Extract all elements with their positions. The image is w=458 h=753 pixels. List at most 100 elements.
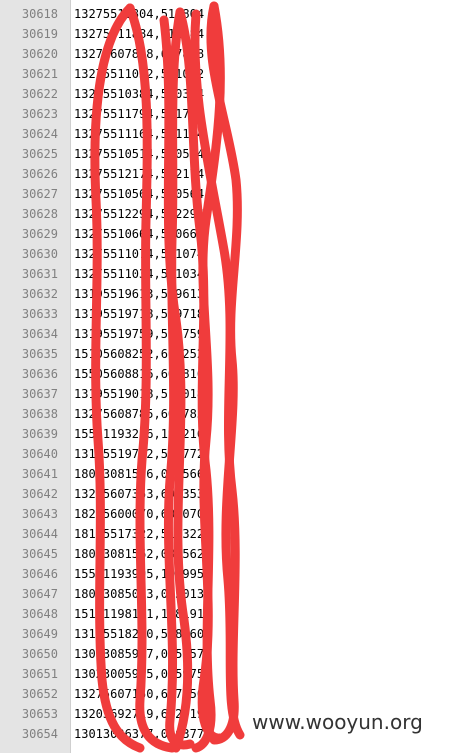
line-text[interactable]: 13275607150,607150 <box>74 684 204 704</box>
line-text[interactable]: 13275607898,607898 <box>74 44 204 64</box>
editor-line[interactable]: 30620 13275607898,607898 <box>0 44 458 64</box>
editor-line[interactable]: 30624 13275511164,511164 <box>0 124 458 144</box>
line-number: 30632 <box>21 287 58 301</box>
editor-line[interactable]: 30643 18205600070,600070 <box>0 504 458 524</box>
line-text[interactable]: 13275512294,512294 <box>74 204 204 224</box>
line-number: 30651 <box>21 667 58 681</box>
editor-line[interactable]: 30619 13275511884,511884 <box>0 24 458 44</box>
line-number: 30635 <box>21 347 58 361</box>
line-text[interactable]: 13023005975,005975 <box>74 664 204 684</box>
text-editor[interactable]: 30618 13275511804,511804 30619 13275511884,… <box>0 0 458 753</box>
editor-line[interactable]: 30629 13275510664,510664 <box>0 224 458 244</box>
editor-line[interactable]: 30649 13195518260,518260 <box>0 624 458 644</box>
editor-line[interactable]: 30644 18155517322,517322 <box>0 524 458 544</box>
line-text[interactable]: 18013085013,085013 <box>74 584 204 604</box>
line-number: 30648 <box>21 607 58 621</box>
line-text[interactable]: 13275511034,511034 <box>74 264 204 284</box>
line-number: 30644 <box>21 527 58 541</box>
line-text[interactable]: 13275511804,511804 <box>74 4 204 24</box>
line-text[interactable]: 13013096377,096377 <box>74 724 204 744</box>
line-number: 30638 <box>21 407 58 421</box>
editor-line[interactable]: 30634 13195519759,519759 <box>0 324 458 344</box>
editor-line[interactable]: 30641 18013081566,081566 <box>0 464 458 484</box>
line-text[interactable]: 13195519772,519772 <box>74 444 204 464</box>
line-number: 30633 <box>21 307 58 321</box>
line-text[interactable]: 13275511074,511074 <box>74 244 204 264</box>
line-text[interactable]: 13195519018,519018 <box>74 384 204 404</box>
editor-line[interactable]: 30652 13275607150,607150 <box>0 684 458 704</box>
editor-line[interactable]: 30638 13275608785,608785 <box>0 404 458 424</box>
editor-line[interactable]: 30633 13195519718,519718 <box>0 304 458 324</box>
editor-line[interactable]: 30648 15151198191,198191 <box>0 604 458 624</box>
line-text[interactable]: 13195518260,518260 <box>74 624 204 644</box>
line-number: 30642 <box>21 487 58 501</box>
line-number: 30631 <box>21 267 58 281</box>
line-text[interactable]: 13275512174,512174 <box>74 164 204 184</box>
line-text[interactable]: 13275511794,511794 <box>74 104 204 124</box>
line-text[interactable]: 13275510384,510384 <box>74 84 204 104</box>
line-text[interactable]: 15551193995,193995 <box>74 564 204 584</box>
line-number: 30634 <box>21 327 58 341</box>
line-number: 30646 <box>21 567 58 581</box>
editor-line[interactable]: 30636 15505608816,608816 <box>0 364 458 384</box>
line-number: 30627 <box>21 187 58 201</box>
line-number: 30649 <box>21 627 58 641</box>
line-number: 30626 <box>21 167 58 181</box>
editor-line[interactable]: 30621 13275511032,511032 <box>0 64 458 84</box>
editor-line[interactable]: 30632 13195519613,519613 <box>0 284 458 304</box>
line-text[interactable]: 13195519718,519718 <box>74 304 204 324</box>
line-text[interactable]: 15151198191,198191 <box>74 604 204 624</box>
line-number: 30653 <box>21 707 58 721</box>
line-number: 30640 <box>21 447 58 461</box>
line-text[interactable]: 13275607353,607353 <box>74 484 204 504</box>
editor-line[interactable]: 30618 13275511804,511804 <box>0 4 458 24</box>
line-number: 30618 <box>21 7 58 21</box>
editor-line[interactable]: 30646 15551193995,193995 <box>0 564 458 584</box>
line-number: 30643 <box>21 507 58 521</box>
line-text[interactable]: 15105608252,608252 <box>74 344 204 364</box>
editor-line[interactable]: 30631 13275511034,511034 <box>0 264 458 284</box>
line-text[interactable]: 15551193216,193216 <box>74 424 204 444</box>
editor-line[interactable]: 30623 13275511794,511794 <box>0 104 458 124</box>
line-text[interactable]: 18155517322,517322 <box>74 524 204 544</box>
editor-line[interactable]: 30628 13275512294,512294 <box>0 204 458 224</box>
line-text[interactable]: 13275510514,510514 <box>74 144 204 164</box>
line-number: 30629 <box>21 227 58 241</box>
line-text[interactable]: 18013081566,081566 <box>74 464 204 484</box>
line-number: 30652 <box>21 687 58 701</box>
line-text[interactable]: 13195519613,519613 <box>74 284 204 304</box>
line-text[interactable]: 13275510664,510664 <box>74 224 204 244</box>
line-text[interactable]: 18205600070,600070 <box>74 504 204 524</box>
editor-line[interactable]: 30639 15551193216,193216 <box>0 424 458 444</box>
line-number: 30641 <box>21 467 58 481</box>
line-number: 30650 <box>21 647 58 661</box>
editor-line[interactable]: 30626 13275512174,512174 <box>0 164 458 184</box>
editor-line[interactable]: 30637 13195519018,519018 <box>0 384 458 404</box>
line-text[interactable]: 13195519759,519759 <box>74 324 204 344</box>
line-text[interactable]: 13275511884,511884 <box>74 24 204 44</box>
line-number: 30636 <box>21 367 58 381</box>
line-number: 30628 <box>21 207 58 221</box>
editor-line[interactable]: 30650 13013085957,085957 <box>0 644 458 664</box>
editor-line[interactable]: 30647 18013085013,085013 <box>0 584 458 604</box>
editor-line[interactable]: 30630 13275511074,511074 <box>0 244 458 264</box>
watermark-text: www.wooyun.org <box>252 710 423 734</box>
editor-line[interactable]: 30642 13275607353,607353 <box>0 484 458 504</box>
editor-line[interactable]: 30635 15105608252,608252 <box>0 344 458 364</box>
line-text[interactable]: 13275511032,511032 <box>74 64 204 84</box>
editor-line[interactable]: 30627 13275510564,510564 <box>0 184 458 204</box>
line-text[interactable]: 13205692719,692719 <box>74 704 204 724</box>
line-text[interactable]: 13013085957,085957 <box>74 644 204 664</box>
editor-line[interactable]: 30622 13275510384,510384 <box>0 84 458 104</box>
editor-line[interactable]: 30645 18013081562,081562 <box>0 544 458 564</box>
editor-line[interactable]: 30640 13195519772,519772 <box>0 444 458 464</box>
line-text[interactable]: 18013081562,081562 <box>74 544 204 564</box>
line-text[interactable]: 15505608816,608816 <box>74 364 204 384</box>
line-text[interactable]: 13275608785,608785 <box>74 404 204 424</box>
line-text[interactable]: 13275511164,511164 <box>74 124 204 144</box>
line-number: 30619 <box>21 27 58 41</box>
line-text[interactable]: 13275510564,510564 <box>74 184 204 204</box>
editor-line[interactable]: 30651 13023005975,005975 <box>0 664 458 684</box>
line-number: 30624 <box>21 127 58 141</box>
editor-line[interactable]: 30625 13275510514,510514 <box>0 144 458 164</box>
